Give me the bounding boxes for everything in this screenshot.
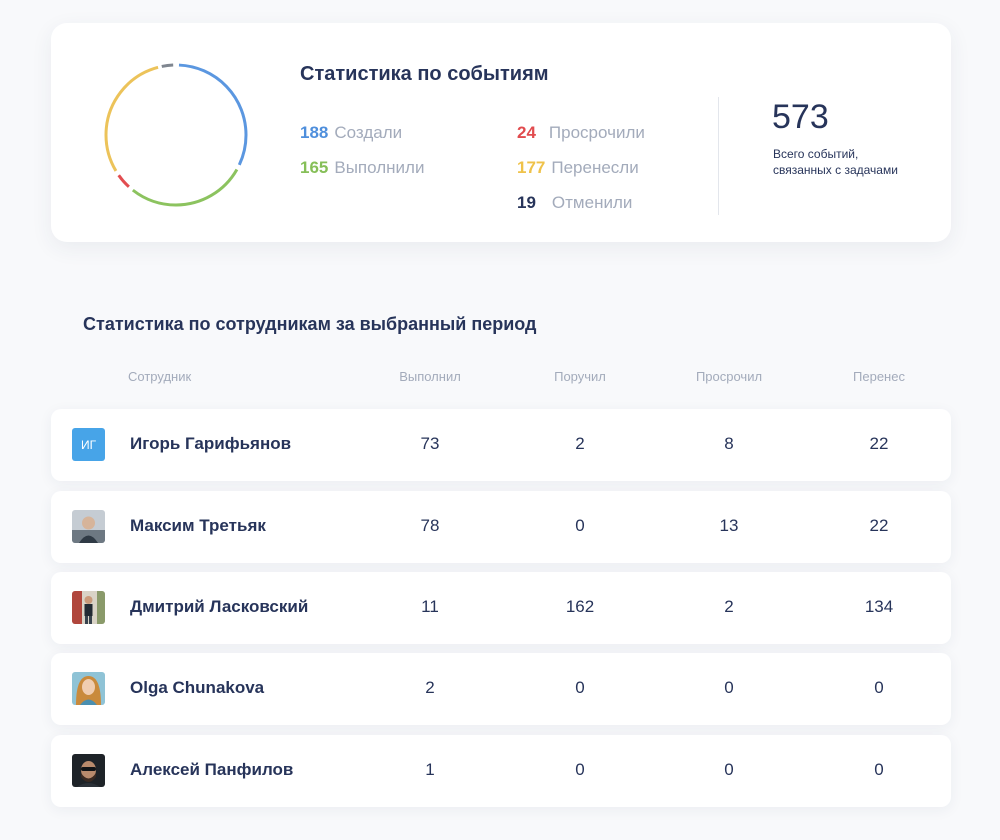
stat-completed: 165 Выполнили [300,158,424,178]
employee-name[interactable]: Olga Chunakova [130,678,264,698]
employees-title: Статистика по сотрудникам за выбранный п… [83,314,537,334]
moved-count: 134 [864,597,894,616]
moved-count: 0 [874,760,884,779]
completed-count: 73 [420,434,440,453]
employee-name[interactable]: Максим Третьяк [130,516,266,536]
total-caption-line1: Всего событий, [773,147,859,161]
total-caption-line2: связанных с задачами [773,163,898,177]
moved-count: 22 [869,516,889,535]
completed-count: 1 [425,760,435,779]
stat-created-label: Создали [334,123,403,142]
column-header-completed: Выполнил [399,369,461,384]
stat-overdue-value: 24 [517,123,536,142]
stat-overdue: 24 Просрочили [517,123,645,143]
stat-cancelled-value: 19 [517,193,536,212]
table-row[interactable]: Максим Третьяк 78 0 13 22 [51,491,951,563]
total-events-caption: Всего событий, связанных с задачами [773,146,923,178]
table-row[interactable]: Алексей Панфилов 1 0 0 0 [51,735,951,807]
assigned-count: 0 [575,760,585,779]
employee-name[interactable]: Алексей Панфилов [130,760,293,780]
completed-count: 2 [425,678,435,697]
overdue-count: 8 [724,434,734,453]
stat-moved-label: Перенесли [551,158,639,177]
stat-created: 188 Создали [300,123,402,143]
avatar [72,754,105,787]
stat-cancelled: 19 Отменили [517,193,632,213]
overdue-count: 0 [724,760,734,779]
completed-count: 78 [420,516,440,535]
stat-moved-value: 177 [517,158,546,177]
events-title: Статистика по событиям [300,63,549,85]
avatar [72,510,105,543]
events-donut-chart [104,63,248,207]
stat-completed-label: Выполнили [334,158,425,177]
events-stats-card: Статистика по событиям 188 Создали 165 Вып… [51,23,951,242]
completed-count: 11 [421,597,439,616]
column-header-overdue: Просрочил [695,369,763,384]
avatar: ИГ [72,428,105,461]
employee-name[interactable]: Дмитрий Ласковский [130,597,308,617]
stat-overdue-label: Просрочили [548,123,645,142]
table-row[interactable]: ИГ Игорь Гарифьянов 73 2 8 22 [51,409,951,481]
overdue-count: 2 [724,597,734,616]
assigned-count: 0 [575,678,585,697]
assigned-count: 162 [565,597,595,616]
avatar [72,591,105,624]
stat-created-value: 188 [300,123,329,142]
table-row[interactable]: Olga Chunakova 2 0 0 0 [51,653,951,725]
overdue-count: 0 [724,678,734,697]
stat-cancelled-label: Отменили [551,193,633,212]
column-header-moved: Перенес [853,369,905,384]
assigned-count: 0 [575,516,585,535]
stat-completed-value: 165 [300,158,329,177]
overdue-count: 13 [719,516,739,535]
assigned-count: 2 [575,434,585,453]
moved-count: 0 [874,678,884,697]
total-events-value: 573 [772,98,829,136]
divider [718,97,719,215]
column-header-employee: Сотрудник [128,369,192,384]
moved-count: 22 [869,434,889,453]
stat-moved: 177 Перенесли [517,158,639,178]
table-row[interactable]: Дмитрий Ласковский 11 162 2 134 [51,572,951,644]
employee-name[interactable]: Игорь Гарифьянов [130,434,291,454]
avatar [72,672,105,705]
column-header-assigned: Поручил [554,369,606,384]
